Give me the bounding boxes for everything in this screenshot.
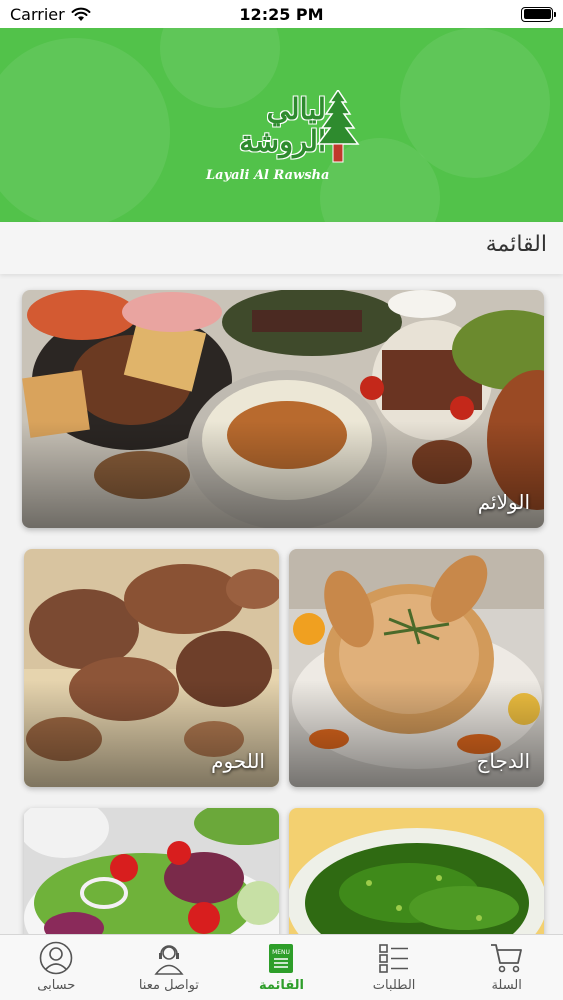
orders-icon xyxy=(379,944,409,973)
brand-header: ليالي الروشة Layali Al Rawsha xyxy=(0,28,563,222)
cart-icon xyxy=(490,944,522,973)
page-title: القائمة xyxy=(485,232,547,257)
battery-icon xyxy=(521,6,556,22)
menu-icon: MENU xyxy=(269,944,294,973)
account-icon xyxy=(39,941,73,975)
wifi-icon xyxy=(71,7,91,21)
tab-label: السلة xyxy=(491,978,522,993)
tab-menu[interactable]: MENU القائمة xyxy=(225,935,338,1000)
support-icon xyxy=(154,945,184,975)
bottom-tab-bar: حسابى تواصل معنا MENU القائمة الطلبات ال… xyxy=(0,934,563,1000)
carrier-name: Carrier xyxy=(10,4,65,24)
tab-label: تواصل معنا xyxy=(138,978,199,993)
category-card-meats[interactable]: اللحوم xyxy=(24,549,279,787)
menu-badge: MENU xyxy=(273,949,291,956)
brand-name-arabic: ليالي الروشة xyxy=(239,92,326,158)
tab-label: الطلبات xyxy=(372,978,416,993)
brand-name-latin: Layali Al Rawsha xyxy=(206,168,330,183)
category-label: الدجاج xyxy=(476,749,530,773)
title-bar: القائمة xyxy=(0,222,563,274)
tab-cart[interactable]: السلة xyxy=(450,935,563,1000)
card-shade xyxy=(22,420,544,528)
brand-logo: ليالي الروشة Layali Al Rawsha xyxy=(204,90,364,200)
carrier-info: Carrier xyxy=(10,5,91,24)
tab-orders[interactable]: الطلبات xyxy=(338,935,451,1000)
category-label: اللحوم xyxy=(211,749,265,773)
tab-label: حسابى xyxy=(37,978,76,993)
tab-contact-us[interactable]: تواصل معنا xyxy=(113,935,226,1000)
category-card-banquets[interactable]: الولائم xyxy=(22,290,544,528)
category-card-chicken[interactable]: الدجاج xyxy=(289,549,544,787)
tab-label: القائمة xyxy=(258,978,305,993)
cedar-tree-icon xyxy=(316,90,360,163)
tab-account[interactable]: حسابى xyxy=(0,935,113,1000)
category-label: الولائم xyxy=(477,490,530,514)
status-bar: Carrier 12:25 PM xyxy=(0,0,563,28)
